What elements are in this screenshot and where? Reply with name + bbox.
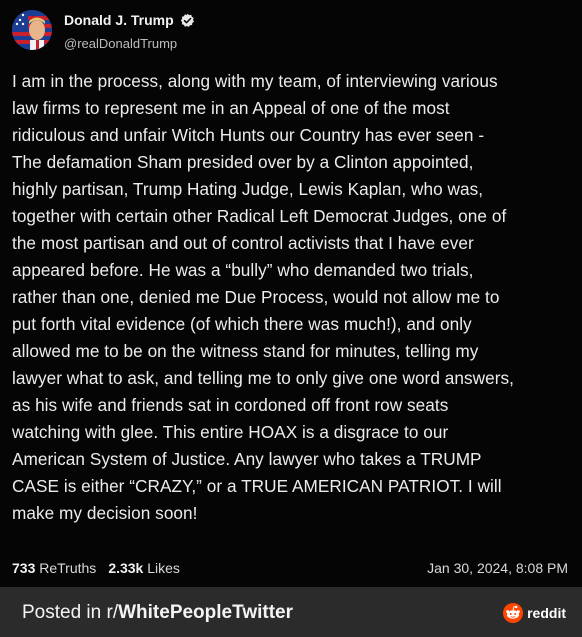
likes-count[interactable]: 2.33k (108, 560, 143, 576)
reddit-logo-icon (503, 603, 524, 623)
post-header: Donald J. Trump @realDonaldTrump (12, 8, 572, 56)
post-card: Donald J. Trump @realDonaldTrump I am in… (0, 0, 582, 587)
name-row: Donald J. Trump (64, 12, 195, 28)
author-handle[interactable]: @realDonaldTrump (64, 36, 177, 51)
posted-in-label: Posted in r/WhitePeopleTwitter (22, 602, 293, 624)
likes-label[interactable]: Likes (147, 560, 180, 576)
reddit-footer-bar: Posted in r/WhitePeopleTwitter reddit (0, 587, 582, 637)
verified-badge-icon (180, 13, 195, 28)
retruths-count[interactable]: 733 (12, 560, 35, 576)
avatar-flag-portrait-icon[interactable] (12, 10, 52, 50)
reddit-wordmark: reddit (527, 605, 566, 621)
reddit-brand: reddit (503, 603, 566, 623)
author-display-name[interactable]: Donald J. Trump (64, 12, 174, 28)
post-body-text: I am in the process, along with my team,… (12, 71, 514, 523)
retruths-label[interactable]: ReTruths (39, 560, 96, 576)
post-stats: 733 ReTruths 2.33k Likes (12, 560, 180, 576)
post-timestamp[interactable]: Jan 30, 2024, 8:08 PM (427, 560, 568, 576)
posted-in-prefix: Posted in r/ (22, 602, 119, 623)
subreddit-name[interactable]: WhitePeopleTwitter (118, 602, 293, 623)
